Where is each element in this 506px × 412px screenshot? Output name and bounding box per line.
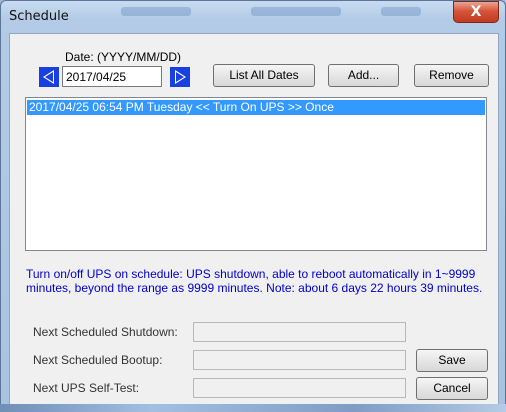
left-arrow-icon[interactable] — [39, 67, 59, 87]
schedule-info-text: Turn on/off UPS on schedule: UPS shutdow… — [26, 267, 483, 295]
right-arrow-icon[interactable] — [170, 67, 190, 87]
next-self-test-field — [193, 378, 406, 398]
next-bootup-label: Next Scheduled Bootup: — [33, 353, 163, 367]
schedule-listbox[interactable]: 2017/04/25 06:54 PM Tuesday << Turn On U… — [25, 97, 487, 251]
next-shutdown-label: Next Scheduled Shutdown: — [33, 325, 178, 339]
next-bootup-field — [193, 350, 406, 370]
date-label: Date: (YYYY/MM/DD) — [65, 50, 182, 64]
cancel-button[interactable]: Cancel — [416, 377, 488, 400]
next-shutdown-field — [193, 322, 406, 342]
background-window-edge — [0, 404, 506, 412]
title-bar[interactable]: Schedule X — [1, 1, 505, 33]
background-title-blur — [381, 7, 421, 16]
list-all-dates-button[interactable]: List All Dates — [213, 64, 315, 87]
add-button[interactable]: Add... — [328, 64, 399, 87]
save-button[interactable]: Save — [416, 349, 488, 372]
next-self-test-label: Next UPS Self-Test: — [33, 381, 140, 395]
close-icon: X — [470, 4, 482, 20]
list-item[interactable]: 2017/04/25 06:54 PM Tuesday << Turn On U… — [27, 100, 485, 115]
schedule-window: Schedule X Date: (YYYY/MM/DD) List All D… — [0, 0, 506, 412]
close-button[interactable]: X — [453, 1, 499, 23]
remove-button[interactable]: Remove — [414, 64, 489, 87]
background-title-blur — [121, 7, 191, 16]
background-title-blur — [251, 7, 341, 16]
window-title: Schedule — [9, 9, 69, 24]
date-input[interactable] — [62, 66, 162, 87]
dialog-client-area: Date: (YYYY/MM/DD) List All Dates Add...… — [9, 33, 499, 405]
